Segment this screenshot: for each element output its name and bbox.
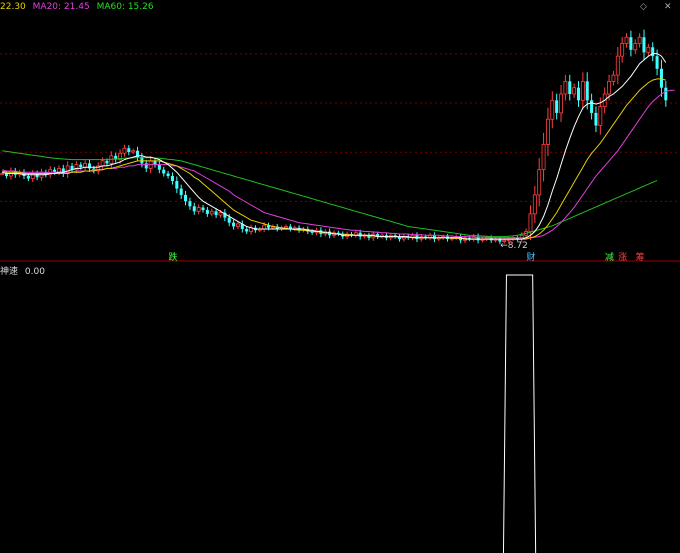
indicator-spike: [502, 274, 537, 553]
signal-label-4: 筹: [635, 253, 645, 263]
indicator-legend: 神速 0.00: [0, 264, 49, 277]
low-price-label: ←8.72: [500, 240, 528, 251]
stock-chart-window: 22.30 MA20: 21.45 MA60: 15.26 ◇ ✕ 神速 0.0…: [0, 0, 680, 553]
signal-label-2: 减: [605, 253, 615, 263]
signal-label-1: 财: [526, 253, 536, 263]
indicator-value: 0.00: [24, 267, 45, 277]
signal-label-0: 跌: [168, 253, 178, 263]
indicator-name: 神速: [0, 267, 19, 277]
indicator-panel: [502, 274, 537, 553]
signal-label-3: 涨: [618, 253, 628, 263]
